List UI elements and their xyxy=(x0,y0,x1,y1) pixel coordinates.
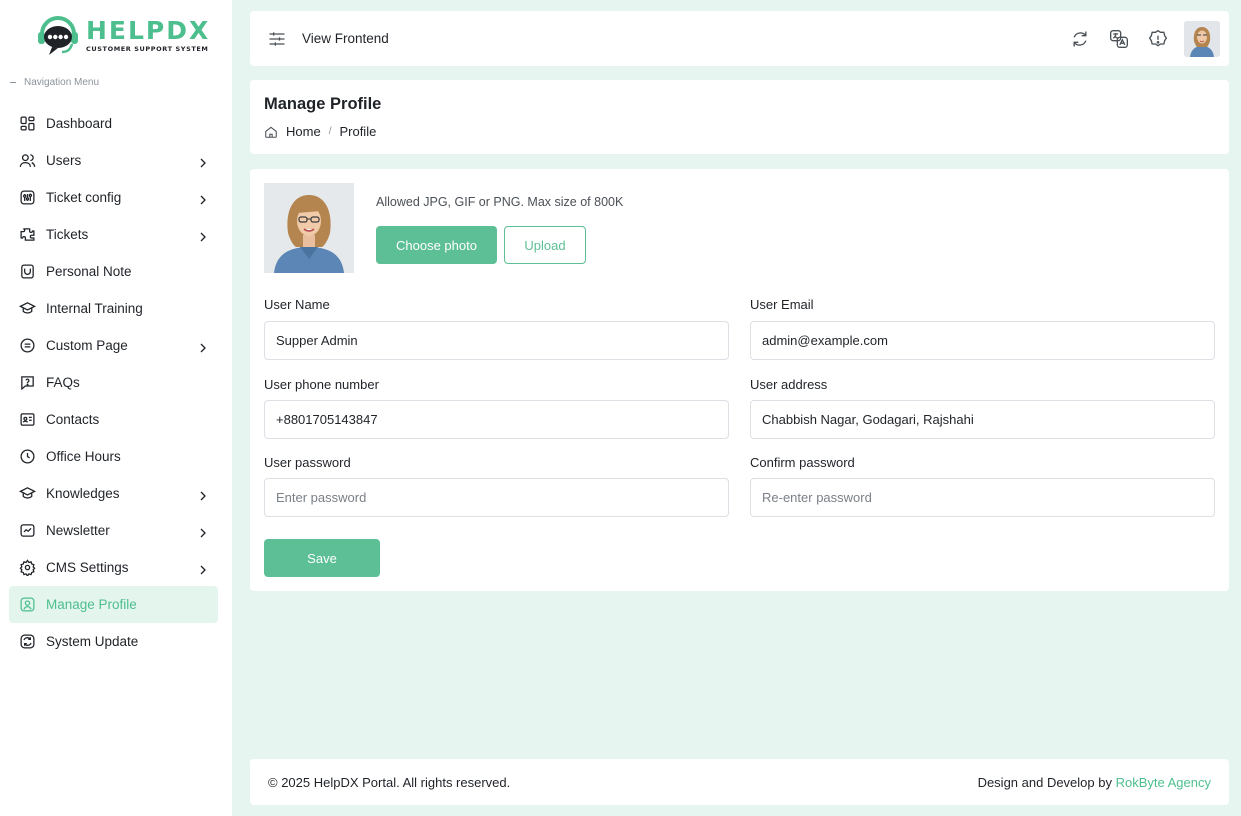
sidebar-item-label: Internal Training xyxy=(46,301,143,316)
chevron-right-icon xyxy=(198,526,208,537)
breadcrumb-separator: / xyxy=(328,126,332,137)
choose-photo-button[interactable]: Choose photo xyxy=(376,226,497,264)
brand-title: HELPDX xyxy=(86,15,211,45)
sidebar-item-internal-training[interactable]: Internal Training xyxy=(9,290,218,327)
footer-credit-link[interactable]: RokByte Agency xyxy=(1116,775,1211,790)
sidebar-item-knowledges[interactable]: Knowledges xyxy=(9,475,218,512)
profile-icon xyxy=(18,596,36,614)
footer-credit-prefix: Design and Develop by xyxy=(977,774,1112,790)
training-icon xyxy=(18,300,36,318)
confirm-password-label: Confirm password xyxy=(750,455,855,470)
contacts-icon xyxy=(18,411,36,429)
user-address-input[interactable] xyxy=(750,400,1215,439)
home-icon[interactable] xyxy=(264,125,278,139)
sidebar-item-label: CMS Settings xyxy=(46,560,129,575)
chevron-right-icon xyxy=(198,489,208,500)
chevron-right-icon xyxy=(198,563,208,574)
sidebar-item-tickets[interactable]: Tickets xyxy=(9,216,218,253)
update-icon xyxy=(18,633,36,651)
gear-icon xyxy=(18,559,36,577)
sidebar-item-ticket-config[interactable]: Ticket config xyxy=(9,179,218,216)
note-icon xyxy=(18,263,36,281)
nav-caption: Navigation Menu xyxy=(10,77,99,88)
user-address-label: User address xyxy=(750,377,828,392)
chevron-right-icon xyxy=(198,156,208,167)
sidebar-item-label: System Update xyxy=(46,634,139,649)
breadcrumb-home[interactable]: Home xyxy=(286,124,321,139)
user-email-label: User Email xyxy=(750,297,814,312)
refresh-icon[interactable] xyxy=(1070,29,1090,49)
ticket-config-icon xyxy=(18,189,36,207)
save-button[interactable]: Save xyxy=(264,539,380,577)
chevron-right-icon xyxy=(198,230,208,241)
user-phone-label: User phone number xyxy=(264,377,379,392)
chevron-right-icon xyxy=(198,193,208,204)
upload-hint: Allowed JPG, GIF or PNG. Max size of 800… xyxy=(376,195,624,209)
users-icon xyxy=(18,152,36,170)
sidebar-item-label: Custom Page xyxy=(46,338,128,353)
page-icon xyxy=(18,337,36,355)
sidebar-item-system-update[interactable]: System Update xyxy=(9,623,218,660)
user-password-label: User password xyxy=(264,455,351,470)
sidebar-item-cms-settings[interactable]: CMS Settings xyxy=(9,549,218,586)
newsletter-icon xyxy=(18,522,36,540)
sidebar-item-label: Ticket config xyxy=(46,190,122,205)
sidebar-item-label: Personal Note xyxy=(46,264,132,279)
user-password-input[interactable] xyxy=(264,478,729,517)
user-email-input[interactable] xyxy=(750,321,1215,360)
dashboard-icon xyxy=(18,115,36,133)
sidebar-item-label: Office Hours xyxy=(46,449,121,464)
clock-icon xyxy=(18,448,36,466)
footer-copyright: © 2025 HelpDX Portal. All rights reserve… xyxy=(268,774,511,790)
confirm-password-input[interactable] xyxy=(750,478,1215,517)
faq-icon xyxy=(18,374,36,392)
tickets-icon xyxy=(18,226,36,244)
language-translate-icon[interactable] xyxy=(1109,29,1129,49)
headset-logo-icon xyxy=(34,12,82,58)
sidebar-item-newsletter[interactable]: Newsletter xyxy=(9,512,218,549)
brand-subtitle: CUSTOMER SUPPORT SYSTEM xyxy=(86,44,209,53)
sidebar-item-faqs[interactable]: FAQs xyxy=(9,364,218,401)
chevron-right-icon xyxy=(198,341,208,352)
sidebar: HELPDX CUSTOMER SUPPORT SYSTEM Navigatio… xyxy=(0,0,232,816)
user-name-input[interactable] xyxy=(264,321,729,360)
breadcrumb: Home / Profile xyxy=(264,124,1215,139)
sidebar-item-office-hours[interactable]: Office Hours xyxy=(9,438,218,475)
user-name-label: User Name xyxy=(264,297,330,312)
view-frontend-link[interactable]: View Frontend xyxy=(302,31,389,46)
sidebar-item-label: Newsletter xyxy=(46,523,110,538)
sidebar-item-label: Dashboard xyxy=(46,116,113,131)
upload-button[interactable]: Upload xyxy=(504,226,586,264)
sidebar-item-label: Contacts xyxy=(46,412,100,427)
sidebar-item-label: Tickets xyxy=(46,227,89,242)
footer-credit: Design and Develop by RokByte Agency xyxy=(978,775,1211,790)
sidebar-item-custom-page[interactable]: Custom Page xyxy=(9,327,218,364)
footer: © 2025 HelpDX Portal. All rights reserve… xyxy=(250,759,1229,805)
sidebar-item-dashboard[interactable]: Dashboard xyxy=(9,105,218,142)
sidebar-item-manage-profile[interactable]: Manage Profile xyxy=(9,586,218,623)
sidebar-item-contacts[interactable]: Contacts xyxy=(9,401,218,438)
sidebar-item-label: Manage Profile xyxy=(46,597,137,612)
sliders-menu-icon[interactable] xyxy=(267,29,287,49)
sidebar-nav: Dashboard Users Ticket config Tickets Pe… xyxy=(9,105,218,660)
brand-logo[interactable]: HELPDX CUSTOMER SUPPORT SYSTEM xyxy=(34,12,210,58)
sidebar-item-label: Users xyxy=(46,153,82,168)
knowledge-icon xyxy=(18,485,36,503)
profile-photo xyxy=(264,183,354,273)
sidebar-item-personal-note[interactable]: Personal Note xyxy=(9,253,218,290)
alert-icon[interactable] xyxy=(1148,29,1168,49)
breadcrumb-current: Profile xyxy=(339,124,377,139)
page-header: Manage Profile Home / Profile xyxy=(250,80,1229,154)
sidebar-item-label: Knowledges xyxy=(46,486,120,501)
profile-card: Allowed JPG, GIF or PNG. Max size of 800… xyxy=(250,169,1229,591)
top-bar: View Frontend xyxy=(250,11,1229,66)
user-avatar[interactable] xyxy=(1184,21,1220,57)
sidebar-item-label: FAQs xyxy=(46,375,80,390)
sidebar-item-users[interactable]: Users xyxy=(9,142,218,179)
user-phone-input[interactable] xyxy=(264,400,729,439)
page-title: Manage Profile xyxy=(264,95,382,113)
